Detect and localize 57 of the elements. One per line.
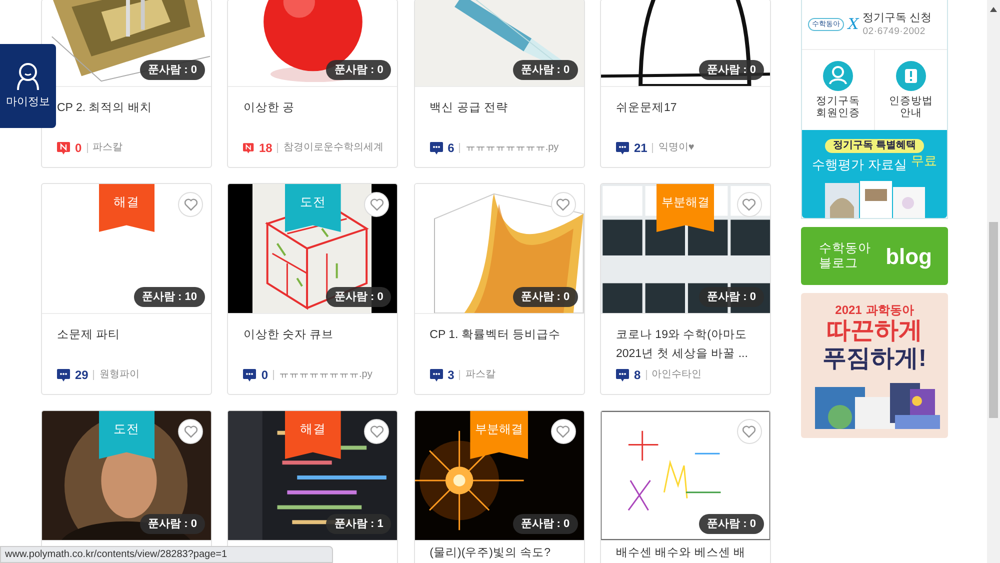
solver-count: 푼사람 : 0 bbox=[140, 514, 205, 534]
status-ribbon: 해결 bbox=[98, 184, 154, 232]
card-title: 이상한 숫자 큐브 bbox=[243, 328, 335, 343]
comment-count: 0 bbox=[261, 367, 268, 383]
solver-count: 푼사람 : 0 bbox=[326, 287, 392, 307]
banner-headline: 수행평가 자료실 bbox=[812, 157, 907, 173]
card-title: 소문제 파티 bbox=[57, 328, 122, 343]
author-name: 익명이♥ bbox=[652, 143, 694, 153]
ad-headline: 푸짐하게! bbox=[822, 345, 926, 373]
blog-label: 수학동아 블로그 bbox=[819, 241, 871, 271]
brand-mark: X bbox=[848, 17, 859, 32]
status-ribbon: 도전 bbox=[284, 184, 341, 232]
author-name: 아인수타인 bbox=[646, 370, 702, 380]
status-ribbon: 도전 bbox=[98, 411, 154, 459]
comment-count: 8 bbox=[634, 367, 641, 383]
phone-number: 02·6749·2002 bbox=[862, 26, 926, 38]
comment-count: 18 bbox=[258, 140, 272, 156]
solver-count: 푼사람 : 0 bbox=[512, 287, 578, 307]
author-name: 파스칼 bbox=[459, 370, 496, 380]
comment-count: 6 bbox=[448, 140, 454, 156]
blog-logo: blog bbox=[886, 242, 932, 271]
card-title: CP 1. 확률벡터 등비급수 bbox=[430, 328, 562, 343]
solver-count: 푼사람 : 0 bbox=[326, 60, 392, 80]
solver-count: 푼사람 : 0 bbox=[140, 60, 205, 80]
comment-count: 0 bbox=[75, 140, 82, 156]
solver-count: 푼사람 : 10 bbox=[134, 287, 205, 307]
solver-count: 푼사람 : 1 bbox=[326, 514, 392, 534]
solver-count: 푼사람 : 0 bbox=[512, 60, 578, 80]
link-url-tooltip: www.polymath.co.kr/contents/view/28283?page=1 bbox=[0, 546, 333, 563]
author-name: 참경이로운수학의세계 bbox=[277, 143, 384, 153]
card-title: 배수센 배수와 베스센 배 bbox=[616, 546, 747, 561]
solver-count: 푼사람 : 0 bbox=[699, 60, 764, 80]
solver-count: 푼사람 : 0 bbox=[512, 514, 578, 534]
author-name: ㅠㅠㅠㅠㅠㅠㅠㅠ.py bbox=[459, 143, 559, 153]
comment-count: 21 bbox=[634, 140, 648, 156]
card-title: (물리)(우주)빛의 속도? bbox=[430, 546, 552, 561]
solver-count: 푼사람 : 0 bbox=[699, 514, 764, 534]
card-title: 이상한 공 bbox=[243, 101, 296, 116]
status-ribbon: 부분해결 bbox=[656, 184, 714, 232]
comment-count: 3 bbox=[448, 367, 454, 383]
card-title: 쉬운문제17 bbox=[616, 101, 678, 116]
ad-year: 2021 bbox=[835, 303, 862, 317]
card-title: 백신 공급 전략 bbox=[430, 101, 510, 116]
benefit-tag: 정기구독 특별혜택 bbox=[825, 139, 924, 153]
author-name: 파스칼 bbox=[86, 143, 123, 153]
comment-count: 29 bbox=[75, 367, 88, 383]
card-title: CP 2. 최적의 배치 bbox=[57, 101, 153, 116]
banner-highlight: 무료 bbox=[910, 153, 937, 170]
status-ribbon: 해결 bbox=[284, 411, 341, 459]
ad-headline: 따끈하게 bbox=[826, 317, 922, 345]
author-name: 원형파이 bbox=[93, 370, 140, 380]
status-ribbon: 부분해결 bbox=[470, 411, 528, 459]
ad-brand: 과학동아 bbox=[866, 303, 914, 317]
solver-count: 푼사람 : 0 bbox=[699, 287, 764, 307]
author-name: ㅠㅠㅠㅠㅠㅠㅠㅠ.py bbox=[273, 370, 372, 380]
subscribe-title: 정기구독 신청 bbox=[862, 11, 932, 26]
card-title: 코로나 19와 수학(아마도 2021년 첫 세상을 바꿀 ... bbox=[616, 328, 749, 362]
